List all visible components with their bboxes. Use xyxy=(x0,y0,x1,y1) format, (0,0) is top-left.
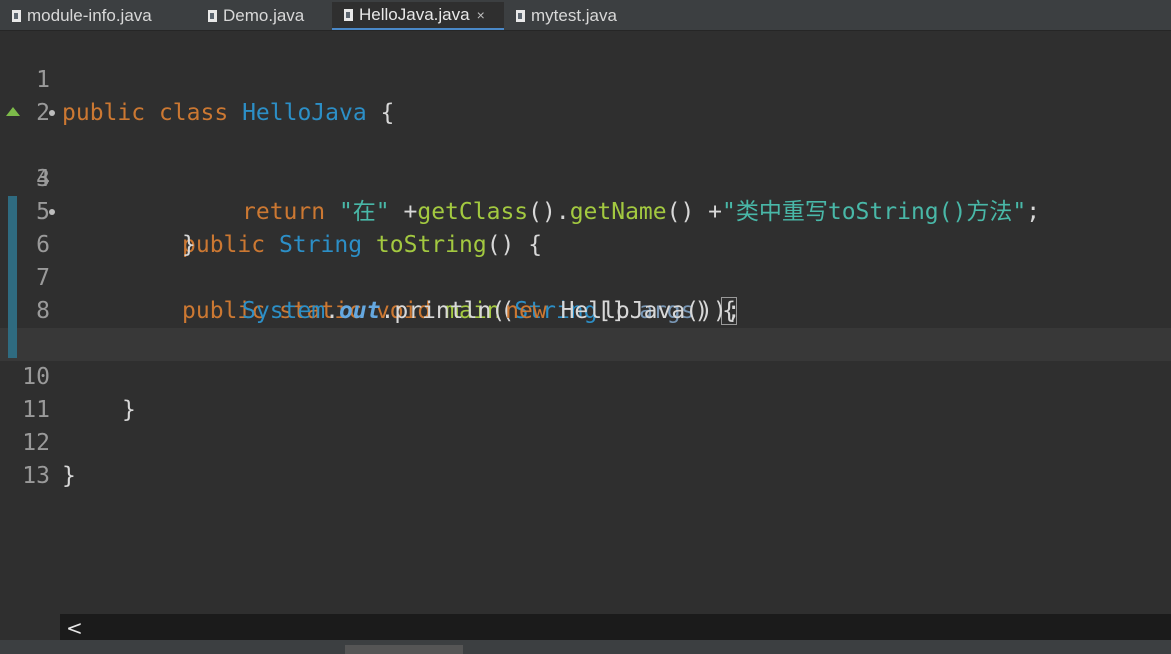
java-file-icon xyxy=(12,10,21,22)
tab-mytest[interactable]: mytest.java xyxy=(504,2,654,30)
java-file-icon xyxy=(208,10,217,22)
close-icon[interactable]: × xyxy=(477,7,485,23)
change-marker-bar xyxy=(8,196,17,358)
tab-module-info[interactable]: module-info.java xyxy=(0,2,196,30)
scroll-thumb[interactable] xyxy=(345,645,463,654)
code-line[interactable]: 8 xyxy=(0,262,1171,324)
code-line[interactable]: 2 xyxy=(0,64,1171,126)
editor-tab-bar: module-info.java Demo.java HelloJava.jav… xyxy=(0,0,1171,31)
tab-label: HelloJava.java xyxy=(359,5,470,24)
code-line[interactable]: 3 public String toString() { xyxy=(0,97,1171,258)
bottom-panel-edge xyxy=(0,640,1171,654)
current-code-line[interactable]: 10 } xyxy=(0,328,1171,423)
tab-hellojava[interactable]: HelloJava.java × xyxy=(332,2,504,30)
code-line[interactable]: 9 xyxy=(0,295,1171,357)
code-line[interactable]: 1 public class HelloJava { xyxy=(0,31,1171,126)
fold-icon[interactable] xyxy=(49,209,55,215)
tab-demo[interactable]: Demo.java xyxy=(196,2,332,30)
override-icon[interactable] xyxy=(6,107,20,116)
code-editor[interactable]: 1 public class HelloJava { 2 3 public St… xyxy=(0,31,1171,613)
tab-label: Demo.java xyxy=(223,6,305,25)
code-line[interactable]: 5 } xyxy=(0,163,1171,258)
tab-label: module-info.java xyxy=(27,6,152,25)
horizontal-scrollbar[interactable]: < xyxy=(60,614,1171,640)
tab-label: mytest.java xyxy=(531,6,617,25)
fold-icon[interactable] xyxy=(49,110,55,116)
scroll-left-icon[interactable]: < xyxy=(66,616,83,640)
code-line[interactable]: 6 public static void main(String[] args)… xyxy=(0,196,1171,325)
java-file-icon xyxy=(516,10,525,22)
code-line[interactable]: 7 System.out.println(new HelloJava()); xyxy=(0,229,1171,324)
line-number: 13 xyxy=(22,463,50,489)
code-line[interactable]: 13 xyxy=(0,427,1171,489)
code-line[interactable]: 4 return "在" +getClass().getName() +"类中重… xyxy=(0,130,1171,225)
code-text: } xyxy=(62,460,76,493)
code-line[interactable]: 11 xyxy=(0,361,1171,423)
code-line[interactable]: 12 } xyxy=(0,394,1171,489)
java-file-icon xyxy=(344,9,353,21)
brace: } xyxy=(62,463,76,489)
